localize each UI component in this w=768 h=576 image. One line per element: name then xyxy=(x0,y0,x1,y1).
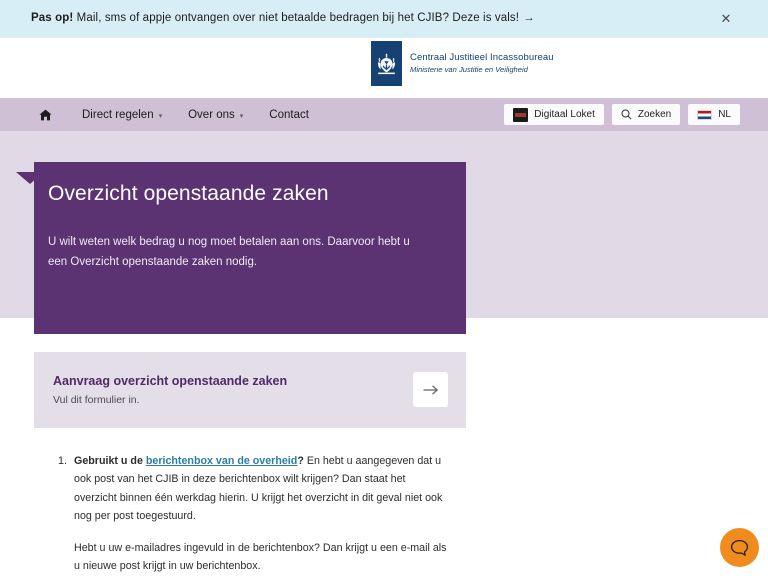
chevron-down-icon: ▾ xyxy=(239,112,244,120)
hero-notch-triangle xyxy=(16,172,44,184)
form-card-arrow-button[interactable] xyxy=(413,372,448,407)
chevron-down-icon: ▾ xyxy=(158,112,163,120)
alert-strong-label: Pas op! xyxy=(31,12,74,24)
search-label: Zoeken xyxy=(637,109,672,120)
site-logo[interactable]: Centraal Justitieel Incassobureau Minist… xyxy=(371,41,554,86)
chat-bubble-icon xyxy=(730,539,749,556)
logo-text: Centraal Justitieel Incassobureau Minist… xyxy=(410,52,554,74)
page-title: Overzicht openstaande zaken xyxy=(48,182,329,205)
hero-block: Overzicht openstaande zaken U wilt weten… xyxy=(34,162,466,334)
digitaal-loket-label: Digitaal Loket xyxy=(534,109,595,120)
chat-widget-button[interactable] xyxy=(720,528,759,567)
dutch-flag-icon xyxy=(697,109,713,120)
form-card[interactable]: Aanvraag overzicht openstaande zaken Vul… xyxy=(34,352,466,428)
nav-utility-buttons: Digitaal Loket Zoeken NL xyxy=(496,98,740,131)
form-card-subtitle: Vul dit formulier in. xyxy=(53,394,140,406)
logo-header: Centraal Justitieel Incassobureau Minist… xyxy=(0,38,768,98)
list-item-lead: Gebruikt u de xyxy=(74,455,146,467)
form-card-title: Aanvraag overzicht openstaande zaken xyxy=(53,374,288,388)
nav-item-direct-regelen[interactable]: Direct regelen ▾ xyxy=(82,98,162,131)
alert-message: Pas op! Mail, sms of appje ontvangen ove… xyxy=(31,12,535,24)
list-item-number: 1. xyxy=(58,455,67,467)
close-icon[interactable]: ✕ xyxy=(718,11,734,27)
list-item: 1. Gebruikt u de berichtenbox van de ove… xyxy=(58,452,450,526)
language-label: NL xyxy=(718,109,731,120)
nav-item-contact[interactable]: Contact xyxy=(269,98,309,131)
page-root: Pas op! Mail, sms of appje ontvangen ove… xyxy=(0,0,768,576)
search-button[interactable]: Zoeken xyxy=(611,104,681,125)
arrow-right-icon xyxy=(423,384,438,395)
alert-body-text: Mail, sms of appje ontvangen over niet b… xyxy=(76,12,520,24)
nav-item-label: Direct regelen xyxy=(82,108,154,121)
search-icon xyxy=(621,109,632,120)
nav-item-over-ons[interactable]: Over ons ▾ xyxy=(188,98,243,131)
content-list: 1. Gebruikt u de berichtenbox van de ove… xyxy=(58,452,450,576)
list-item-sub-paragraph: Hebt u uw e-mailadres ingevuld in de ber… xyxy=(74,541,447,573)
logo-subtitle: Ministerie van Justitie en Veiligheid xyxy=(410,65,528,75)
alert-arrow-icon[interactable]: → xyxy=(523,12,535,24)
language-button[interactable]: NL xyxy=(688,104,740,125)
berichtenbox-link[interactable]: berichtenbox van de overheid xyxy=(146,455,297,467)
coat-of-arms-icon xyxy=(371,41,402,86)
logo-title: Centraal Justitieel Incassobureau xyxy=(410,52,554,64)
nav-item-label: Contact xyxy=(269,108,309,121)
digid-icon xyxy=(513,107,529,122)
nav-primary-items: Direct regelen ▾ Over ons ▾ Contact xyxy=(34,98,309,131)
home-icon[interactable] xyxy=(34,98,56,131)
digitaal-loket-button[interactable]: Digitaal Loket xyxy=(504,104,604,125)
alert-banner: Pas op! Mail, sms of appje ontvangen ove… xyxy=(0,0,768,38)
hero-description: U wilt weten welk bedrag u nog moet beta… xyxy=(48,236,410,269)
nav-item-label: Over ons xyxy=(188,108,235,121)
main-navigation: Direct regelen ▾ Over ons ▾ Contact Digi… xyxy=(0,98,768,131)
